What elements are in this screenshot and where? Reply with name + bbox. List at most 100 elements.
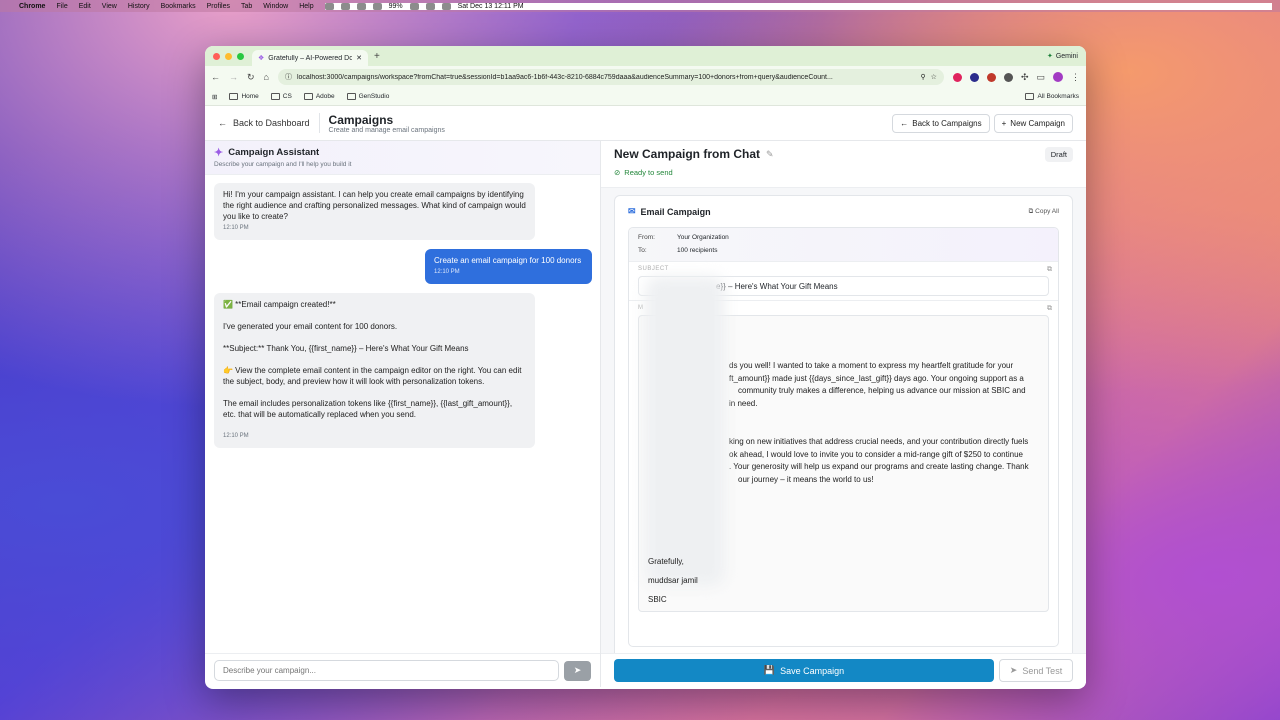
campaign-title[interactable]: New Campaign from Chat [614,147,760,161]
copy-all-button[interactable]: ⧉ Copy All [1029,208,1059,216]
message-text: Create an email campaign for 100 donors [434,256,582,265]
card-title: Email Campaign [640,206,711,217]
menu-file[interactable]: File [56,3,67,10]
folder-icon [270,93,280,100]
url-text[interactable]: localhost:3000/campaigns/workspace?fromC… [297,74,916,81]
menu-edit[interactable]: Edit [79,3,91,10]
battery-icon[interactable] [409,2,419,10]
menu-help[interactable]: Help [299,3,313,10]
bookmark-cs[interactable]: CS [270,93,292,100]
copy-icon: ⧉ [1028,207,1034,215]
copy-icon[interactable]: ⧉ [1047,305,1052,313]
pencil-icon[interactable]: ✎ [766,149,774,160]
bookmark-adobe[interactable]: Adobe [303,93,335,100]
signature: Gratefully, muddsar jamil SBIC [648,552,698,609]
new-campaign-button[interactable]: + New Campaign [993,113,1073,133]
email-campaign-card: ✉ Email Campaign ⧉ Copy All From: Your O… [614,195,1073,660]
reload-icon[interactable]: ↻ [247,72,255,83]
arrow-left-icon: ← [900,118,909,128]
close-tab-icon[interactable]: ✕ [356,54,362,62]
save-campaign-button[interactable]: 💾 Save Campaign [614,659,994,682]
body-field[interactable]: ds you well! I wanted to take a moment t… [638,276,1049,612]
body-line: ok ahead, I would love to invite you to … [729,449,1023,459]
sign-line: SBIC [648,595,667,604]
battery-percent[interactable]: 99% [389,3,403,10]
tab-strip: ❖ Gratefully – AI-Powered Donor ✕ + ✦ Ge… [205,46,1086,66]
menu-window[interactable]: Window [263,3,288,10]
menu-profiles[interactable]: Profiles [207,3,230,10]
extension-icon[interactable] [969,72,979,82]
folder-icon [303,93,313,100]
campaign-description-input[interactable] [214,660,559,681]
zoom-icon[interactable]: ⚲ [921,73,926,81]
browser-tab[interactable]: ❖ Gratefully – AI-Powered Donor ✕ [252,50,368,66]
menu-history[interactable]: History [128,3,150,10]
status-icon[interactable] [324,2,334,10]
status-icon[interactable] [372,2,382,10]
assistant-panel: ✦ Campaign Assistant Describe your campai… [205,141,601,687]
new-tab-icon[interactable]: + [374,51,380,62]
workspace: ✦ Campaign Assistant Describe your campai… [205,141,1086,687]
extension-icon[interactable] [986,72,996,82]
subject-label: SUBJECT [638,266,669,272]
user-message: Create an email campaign for 100 donors … [425,249,592,284]
plus-icon: + [1001,118,1007,128]
status-icon[interactable] [340,2,350,10]
gemini-button[interactable]: ✦ Gemini [1047,52,1078,61]
back-to-dashboard-link[interactable]: ← Back to Dashboard [218,113,320,133]
browser-toolbar: ← → ↻ ⌂ ⓘ localhost:3000/campaigns/works… [205,66,1086,88]
extensions: ✣ ▭ ⋮ [952,72,1080,83]
menu-bookmarks[interactable]: Bookmarks [161,3,196,10]
message-text: 👉 View the complete email content in the… [223,366,522,386]
assistant-message: ✅ **Email campaign created!** I've gener… [214,293,535,448]
close-window-button[interactable] [213,52,220,60]
send-button[interactable]: ➤ [564,660,591,681]
bookmark-label: Home [241,93,259,100]
puzzle-icon[interactable]: ✣ [1021,72,1029,83]
from-value: Your Organization [677,234,729,241]
assistant-message: Hi! I'm your campaign assistant. I can h… [214,183,535,240]
sign-line: muddsar jamil [648,576,698,585]
page-title: Campaigns [328,112,394,127]
back-to-campaigns-button[interactable]: ← Back to Campaigns [892,113,990,133]
extension-icon[interactable] [1003,72,1013,82]
more-menu-icon[interactable]: ⋮ [1071,72,1080,83]
zoom-window-button[interactable] [237,52,244,60]
address-bar[interactable]: ⓘ localhost:3000/campaigns/workspace?fro… [277,69,944,85]
assistant-title: Campaign Assistant [228,147,320,158]
profile-avatar[interactable] [1053,72,1063,82]
menu-app-name[interactable]: Chrome [19,3,45,10]
status-icon[interactable] [356,2,366,10]
tab-title: Gratefully – AI-Powered Donor [268,54,353,62]
all-bookmarks[interactable]: All Bookmarks [1025,93,1079,100]
ready-status: Ready to send [624,168,673,177]
message-time: 12:10 PM [223,433,249,439]
menubar-clock[interactable]: Sat Dec 13 12:11 PM [458,3,524,10]
send-test-button[interactable]: ➤ Send Test [999,659,1073,682]
email-preview: From: Your Organization To: 100 recipien… [628,227,1059,647]
menu-tab[interactable]: Tab [241,3,252,10]
browser-window: ❖ Gratefully – AI-Powered Donor ✕ + ✦ Ge… [205,46,1086,689]
home-icon[interactable]: ⌂ [264,72,269,82]
back-arrow-icon[interactable]: ← [211,72,220,82]
minimize-window-button[interactable] [225,52,232,60]
wifi-icon[interactable] [425,2,435,10]
apps-grid-icon[interactable]: ⊞ [212,93,217,101]
window-controls [213,52,244,60]
menu-view[interactable]: View [102,3,117,10]
forward-arrow-icon[interactable]: → [229,72,238,82]
bookmark-star-icon[interactable]: ☆ [931,73,937,81]
mac-menubar: Chrome File Edit View History Bookmarks … [0,0,1280,12]
extension-icon[interactable] [952,72,962,82]
to-value: 100 recipients [677,247,718,254]
copy-icon[interactable]: ⧉ [1047,266,1052,274]
control-center-icon[interactable] [441,2,451,10]
body-line: king on new initiatives that address cru… [729,437,1029,446]
campaign-body: ✉ Email Campaign ⧉ Copy All From: Your O… [601,188,1086,687]
body-line: ft_amount}} made just {{days_since_last_… [729,373,1024,383]
from-label: From: [638,234,655,241]
bookmark-genstudio[interactable]: GenStudio [346,93,389,100]
site-info-icon[interactable]: ⓘ [285,72,292,82]
side-panel-icon[interactable]: ▭ [1036,72,1045,83]
bookmark-home[interactable]: Home [229,93,259,100]
